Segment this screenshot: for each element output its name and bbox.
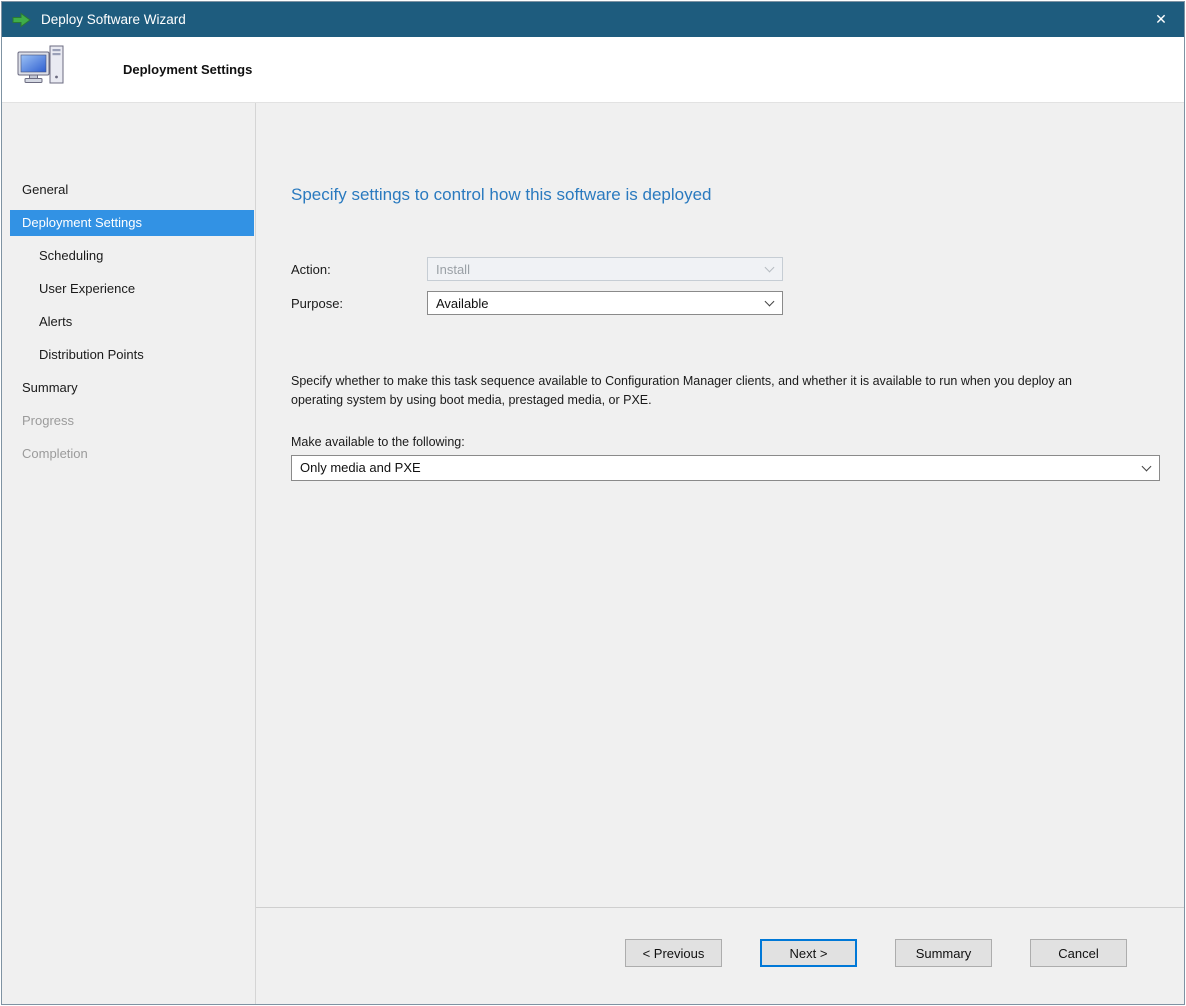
sidebar-item-completion: Completion (2, 441, 254, 467)
sidebar-item-progress: Progress (2, 408, 254, 434)
titlebar: Deploy Software Wizard ✕ (2, 2, 1184, 37)
sidebar-item-general[interactable]: General (2, 177, 254, 203)
close-button[interactable]: ✕ (1138, 2, 1184, 37)
content-spacer (291, 481, 1160, 908)
deployment-settings-form: Action: Install Purpose: Available (291, 257, 1160, 325)
chevron-down-icon (765, 263, 775, 273)
deploy-arrow-icon (12, 12, 32, 28)
action-value: Install (436, 262, 766, 277)
next-button[interactable]: Next > (760, 939, 857, 967)
purpose-select[interactable]: Available (427, 291, 783, 315)
wizard-footer: < Previous Next > Summary Cancel (256, 907, 1184, 1004)
close-icon: ✕ (1155, 11, 1167, 28)
computer-icon (16, 44, 68, 95)
wizard-content: Specify settings to control how this sof… (256, 103, 1184, 1004)
cancel-button[interactable]: Cancel (1030, 939, 1127, 967)
chevron-down-icon (765, 297, 775, 307)
sidebar-item-scheduling[interactable]: Scheduling (2, 243, 254, 269)
action-row: Action: Install (291, 257, 1160, 281)
wizard-header: Deployment Settings (2, 37, 1184, 103)
sidebar-item-distribution-points[interactable]: Distribution Points (2, 342, 254, 368)
sidebar-item-alerts[interactable]: Alerts (2, 309, 254, 335)
previous-button[interactable]: < Previous (625, 939, 722, 967)
sidebar-item-user-experience[interactable]: User Experience (2, 276, 254, 302)
sidebar-item-summary[interactable]: Summary (2, 375, 254, 401)
chevron-down-icon (1142, 461, 1152, 471)
page-title: Deployment Settings (123, 62, 252, 77)
wizard-steps-sidebar: General Deployment Settings Scheduling U… (2, 103, 256, 1004)
make-available-label: Make available to the following: (291, 435, 1160, 449)
action-select: Install (427, 257, 783, 281)
window-title: Deploy Software Wizard (41, 12, 186, 27)
page-heading: Specify settings to control how this sof… (291, 185, 1160, 205)
purpose-row: Purpose: Available (291, 291, 1160, 315)
availability-value: Only media and PXE (300, 460, 1143, 475)
summary-button[interactable]: Summary (895, 939, 992, 967)
purpose-value: Available (436, 296, 766, 311)
action-label: Action: (291, 262, 427, 277)
sidebar-item-deployment-settings[interactable]: Deployment Settings (10, 210, 254, 236)
wizard-body: General Deployment Settings Scheduling U… (2, 103, 1184, 1004)
deploy-software-wizard-window: Deploy Software Wizard ✕ (1, 1, 1185, 1005)
description-text: Specify whether to make this task sequen… (291, 372, 1096, 410)
purpose-label: Purpose: (291, 296, 427, 311)
availability-select[interactable]: Only media and PXE (291, 455, 1160, 481)
